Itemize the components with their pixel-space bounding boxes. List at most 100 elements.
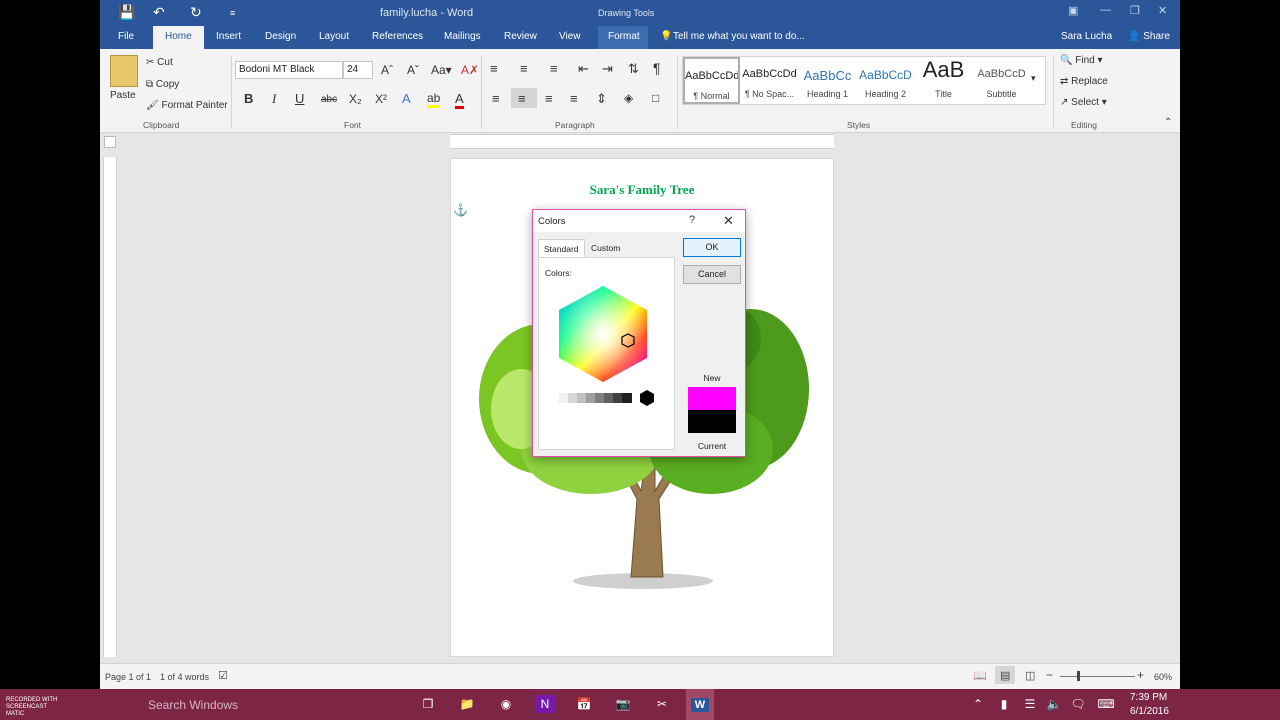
- clear-formatting-icon[interactable]: A✗: [461, 63, 479, 77]
- superscript-button[interactable]: X²: [375, 92, 387, 106]
- align-center-icon[interactable]: ≡: [518, 91, 526, 106]
- shrink-font-icon[interactable]: Aˇ: [407, 63, 419, 77]
- ribbon-display-icon[interactable]: ▣: [1068, 4, 1078, 17]
- change-case-icon[interactable]: Aa▾: [431, 63, 452, 77]
- tab-selector[interactable]: [104, 136, 116, 148]
- select-button[interactable]: ↗ Select ▾: [1060, 97, 1107, 108]
- camera-icon[interactable]: 📷: [613, 695, 633, 713]
- tab-standard[interactable]: Standard: [538, 239, 585, 257]
- proofing-icon[interactable]: ☑: [218, 669, 228, 682]
- maximize-button[interactable]: ❐: [1130, 4, 1140, 17]
- show-formatting-icon[interactable]: ¶: [653, 60, 661, 76]
- redo-icon[interactable]: ↻: [190, 4, 202, 21]
- grow-font-icon[interactable]: Aˆ: [381, 63, 393, 77]
- shading-icon[interactable]: ◈: [624, 91, 633, 105]
- color-hexagon-picker[interactable]: [543, 280, 663, 400]
- wifi-icon[interactable]: ☰: [1020, 695, 1040, 713]
- line-spacing-icon[interactable]: ⇕: [596, 91, 607, 107]
- clock-time[interactable]: 7:39 PM: [1130, 692, 1167, 703]
- zoom-level[interactable]: 60%: [1154, 672, 1172, 682]
- tab-home[interactable]: Home: [153, 26, 204, 49]
- show-hidden-icons[interactable]: ⌃: [968, 695, 988, 713]
- align-right-icon[interactable]: ≡: [545, 91, 553, 106]
- share-button[interactable]: 👤 Share: [1128, 31, 1170, 42]
- onenote-icon[interactable]: N: [535, 695, 555, 713]
- snipping-tool-icon[interactable]: ✂: [652, 695, 672, 713]
- minimize-button[interactable]: —: [1100, 4, 1111, 16]
- tab-mailings[interactable]: Mailings: [444, 31, 481, 42]
- zoom-slider[interactable]: [1060, 676, 1135, 677]
- justify-icon[interactable]: ≡: [570, 91, 578, 106]
- read-mode-icon[interactable]: 📖: [973, 669, 987, 682]
- font-size-box[interactable]: 24: [343, 61, 373, 79]
- style-no-spacing[interactable]: AaBbCcDd ¶ No Spac...: [741, 57, 798, 104]
- tab-custom[interactable]: Custom: [586, 239, 625, 257]
- style-title[interactable]: AaB Title: [915, 57, 972, 104]
- bullets-icon[interactable]: ≡: [490, 61, 498, 76]
- tell-me-input[interactable]: Tell me what you want to do...: [673, 31, 805, 42]
- style-subtitle[interactable]: AaBbCcD Subtitle: [973, 57, 1030, 104]
- volume-icon[interactable]: 🔈: [1044, 695, 1064, 713]
- zoom-out-button[interactable]: −: [1046, 668, 1053, 682]
- help-button[interactable]: ?: [689, 214, 695, 226]
- document-title[interactable]: Sara's Family Tree: [451, 182, 833, 198]
- underline-button[interactable]: U: [295, 91, 304, 106]
- tab-format[interactable]: Format: [608, 31, 640, 42]
- tab-insert[interactable]: Insert: [216, 31, 241, 42]
- find-button[interactable]: 🔍 Find ▾: [1060, 55, 1103, 66]
- user-name[interactable]: Sara Lucha: [1061, 31, 1112, 42]
- ok-button[interactable]: OK: [683, 238, 741, 257]
- undo-icon[interactable]: ↶: [153, 4, 165, 21]
- horizontal-ruler[interactable]: [450, 134, 834, 149]
- web-layout-icon[interactable]: ◫: [1025, 669, 1035, 682]
- styles-more-icon[interactable]: ▾: [1031, 73, 1036, 84]
- tab-layout[interactable]: Layout: [319, 31, 349, 42]
- cancel-button[interactable]: Cancel: [683, 265, 741, 284]
- grayscale-picker[interactable]: [559, 388, 679, 408]
- search-box[interactable]: Search Windows: [148, 698, 238, 712]
- page-count[interactable]: Page 1 of 1: [105, 672, 151, 682]
- italic-button[interactable]: I: [272, 91, 276, 107]
- calendar-icon[interactable]: 📅: [574, 695, 594, 713]
- word-taskbar-button[interactable]: W: [686, 689, 714, 720]
- collapse-ribbon-icon[interactable]: ⌃: [1164, 117, 1172, 128]
- style-heading-2[interactable]: AaBbCcD Heading 2: [857, 57, 914, 104]
- tab-references[interactable]: References: [372, 31, 423, 42]
- chrome-icon[interactable]: ◉: [496, 695, 516, 713]
- zoom-slider-thumb[interactable]: [1077, 671, 1080, 681]
- bold-button[interactable]: B: [244, 91, 253, 106]
- clock-date[interactable]: 6/1/2016: [1130, 706, 1169, 717]
- style-heading-1[interactable]: AaBbCc Heading 1: [799, 57, 856, 104]
- numbering-icon[interactable]: ≡: [520, 61, 528, 76]
- paste-icon[interactable]: [110, 55, 138, 87]
- replace-button[interactable]: ⇄ Replace: [1060, 76, 1108, 87]
- tab-file[interactable]: File: [118, 31, 134, 42]
- increase-indent-icon[interactable]: ⇥: [602, 61, 613, 77]
- save-icon[interactable]: 💾: [118, 4, 135, 21]
- borders-icon[interactable]: □: [652, 91, 659, 105]
- word-count[interactable]: 1 of 4 words: [160, 672, 209, 682]
- keyboard-icon[interactable]: ⌨: [1096, 695, 1116, 713]
- close-window-button[interactable]: ✕: [1158, 4, 1167, 17]
- sort-icon[interactable]: ⇅: [628, 61, 639, 77]
- text-effects-icon[interactable]: A: [402, 91, 411, 106]
- cut-button[interactable]: ✂ Cut: [146, 57, 173, 68]
- action-center-icon[interactable]: 🗨: [1068, 695, 1088, 713]
- zoom-in-button[interactable]: +: [1137, 668, 1144, 682]
- highlight-icon[interactable]: ab: [427, 91, 441, 108]
- font-name-box[interactable]: Bodoni MT Black: [235, 61, 343, 79]
- font-color-icon[interactable]: A: [455, 91, 464, 109]
- task-view-icon[interactable]: ❐: [418, 695, 438, 713]
- strikethrough-button[interactable]: abc: [321, 94, 337, 105]
- file-explorer-icon[interactable]: 📁: [457, 695, 477, 713]
- tab-design[interactable]: Design: [265, 31, 296, 42]
- close-icon[interactable]: ✕: [723, 213, 734, 229]
- format-painter-button[interactable]: 🖌 Format Painter: [146, 100, 228, 111]
- battery-icon[interactable]: ▮: [994, 695, 1014, 713]
- paste-button[interactable]: Paste: [110, 90, 136, 101]
- style-normal[interactable]: AaBbCcDd ¶ Normal: [683, 57, 740, 104]
- decrease-indent-icon[interactable]: ⇤: [578, 61, 589, 77]
- tab-review[interactable]: Review: [504, 31, 537, 42]
- multilevel-list-icon[interactable]: ≡: [550, 61, 558, 76]
- align-left-icon[interactable]: ≡: [492, 91, 500, 106]
